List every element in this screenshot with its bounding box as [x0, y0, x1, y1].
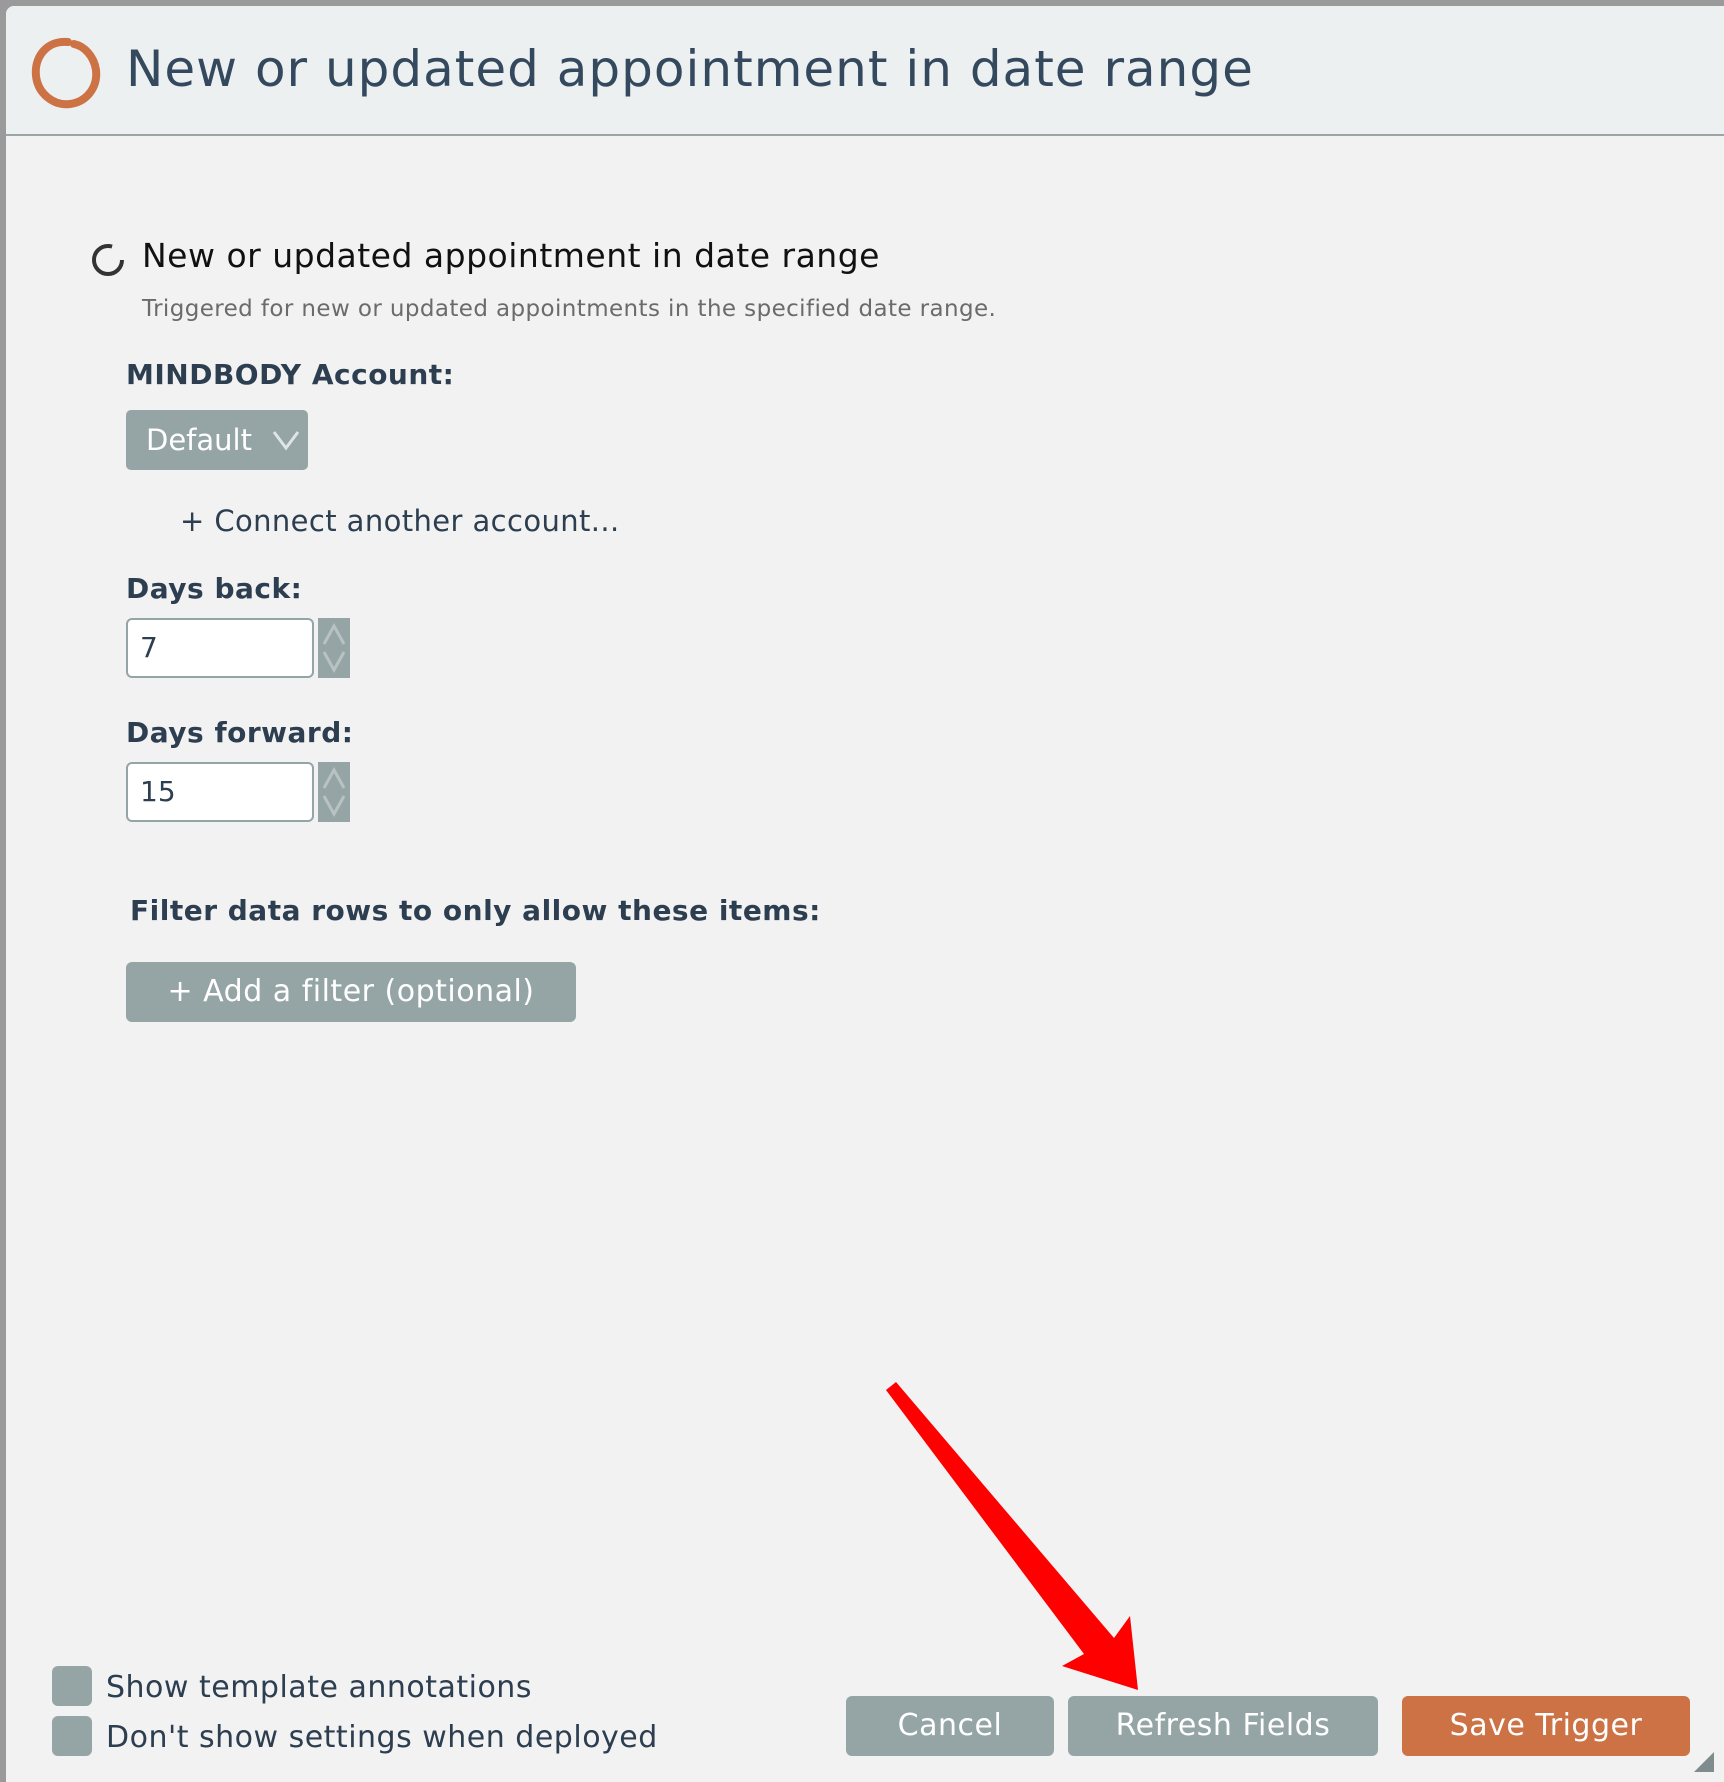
add-filter-button[interactable]: + Add a filter (optional): [126, 962, 576, 1022]
days-back-stepper[interactable]: [318, 618, 350, 678]
refresh-fields-button[interactable]: Refresh Fields: [1068, 1696, 1378, 1756]
days-forward-label: Days forward:: [126, 716, 354, 749]
connect-account-link[interactable]: + Connect another account...: [180, 504, 620, 538]
cancel-button[interactable]: Cancel: [846, 1696, 1054, 1756]
chevron-down-icon: [272, 431, 300, 451]
days-forward-stepper[interactable]: [318, 762, 350, 822]
trigger-name: New or updated appointment in date range: [142, 236, 880, 275]
account-select[interactable]: Default: [126, 410, 308, 470]
trigger-settings-dialog: New or updated appointment in date range…: [6, 6, 1724, 1782]
chevron-up-icon[interactable]: [322, 766, 346, 792]
resize-grip-icon[interactable]: [1694, 1752, 1714, 1772]
hide-settings-checkbox[interactable]: [52, 1716, 92, 1756]
days-forward-input[interactable]: 15: [126, 762, 314, 822]
dialog-header: New or updated appointment in date range: [6, 6, 1724, 136]
dialog-title: New or updated appointment in date range: [126, 40, 1254, 98]
trigger-description: Triggered for new or updated appointment…: [142, 296, 997, 322]
chevron-down-icon[interactable]: [322, 648, 346, 674]
annotation-arrow-icon: [886, 1382, 1138, 1690]
account-select-value: Default: [146, 423, 252, 457]
days-back-label: Days back:: [126, 572, 303, 605]
filter-label: Filter data rows to only allow these ite…: [130, 894, 821, 927]
hide-settings-label: Don't show settings when deployed: [106, 1720, 658, 1755]
show-annotations-checkbox[interactable]: [52, 1666, 92, 1706]
chevron-down-icon[interactable]: [322, 792, 346, 818]
show-annotations-label: Show template annotations: [106, 1670, 532, 1705]
days-back-input[interactable]: 7: [126, 618, 314, 678]
ring-logo-icon: [31, 37, 101, 109]
chevron-up-icon[interactable]: [322, 622, 346, 648]
loading-spinner-icon: [92, 244, 124, 276]
account-label: MINDBODY Account:: [126, 358, 455, 391]
save-trigger-button[interactable]: Save Trigger: [1402, 1696, 1690, 1756]
